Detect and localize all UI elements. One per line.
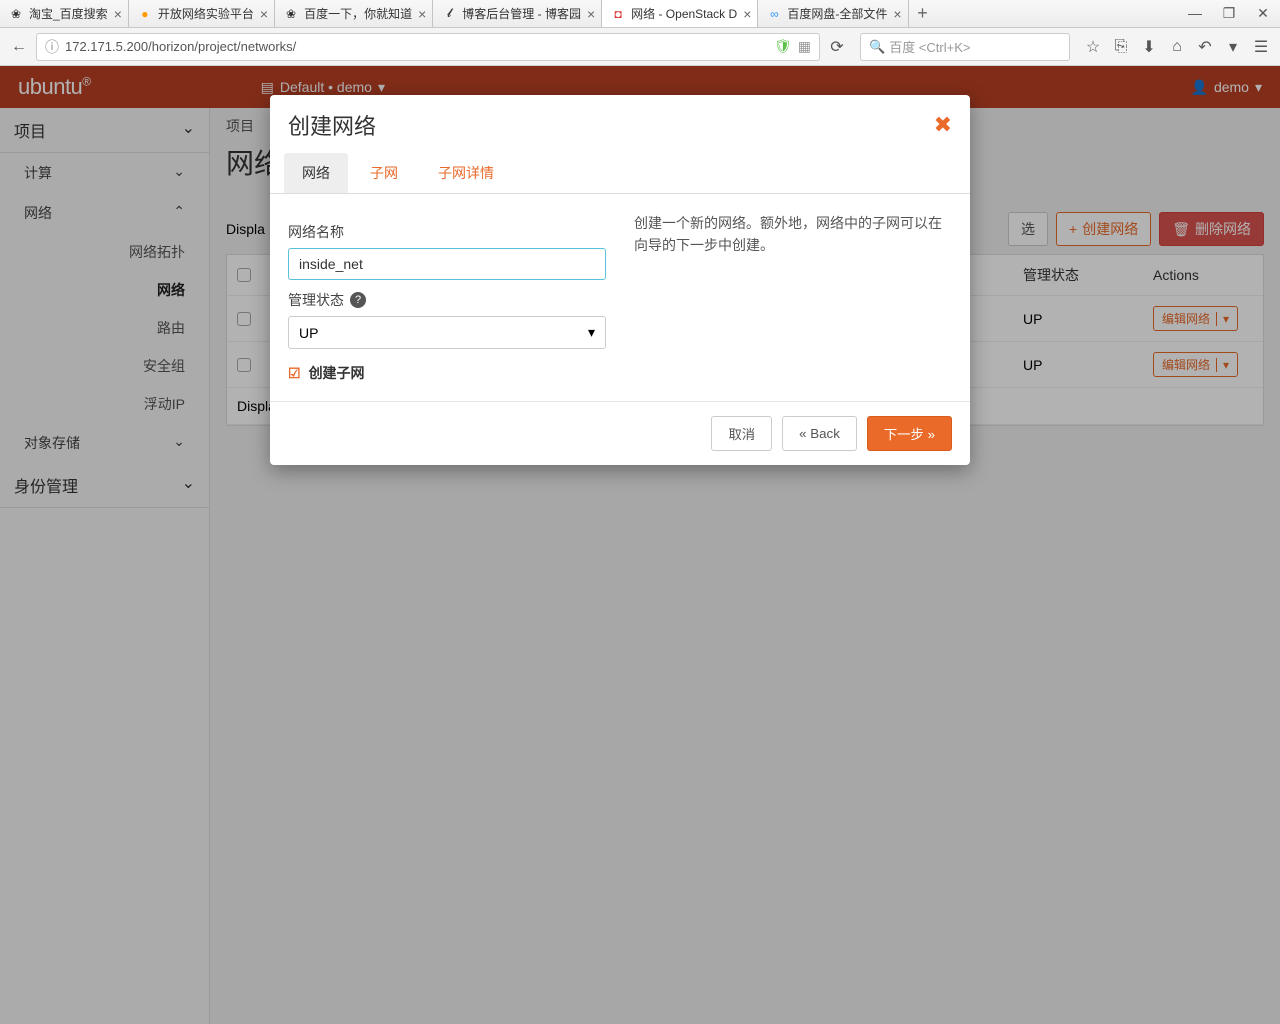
favicon-icon: ❀: [8, 6, 24, 22]
chevron-down-icon: ▾: [588, 324, 595, 341]
dropdown-icon[interactable]: ▾: [1220, 34, 1246, 60]
favicon-icon: 𝓵: [441, 6, 457, 22]
close-icon[interactable]: ×: [893, 6, 901, 22]
back-button[interactable]: « Back: [782, 416, 857, 451]
menu-icon[interactable]: ☰: [1248, 34, 1274, 60]
tab-network[interactable]: 网络: [284, 153, 348, 193]
next-button[interactable]: 下一步 »: [867, 416, 952, 451]
modal-title: 创建网络: [288, 109, 376, 141]
library-icon[interactable]: ⎘: [1108, 34, 1134, 60]
close-icon[interactable]: ×: [114, 6, 122, 22]
cancel-button[interactable]: 取消: [711, 416, 772, 451]
qr-icon[interactable]: ▦: [798, 38, 811, 55]
create-subnet-checkbox[interactable]: ☑创建子网: [288, 363, 606, 383]
network-name-input[interactable]: [288, 248, 606, 280]
help-icon[interactable]: ?: [350, 292, 366, 308]
search-placeholder: 百度 <Ctrl+K>: [889, 37, 970, 56]
modal-tabs: 网络 子网 子网详情: [270, 147, 970, 194]
shield-icon[interactable]: 🛡: [774, 38, 792, 55]
search-icon: 🔍: [869, 39, 885, 55]
close-icon[interactable]: ×: [418, 6, 426, 22]
reload-button[interactable]: ⟳: [824, 34, 850, 60]
tab-3[interactable]: 𝓵 博客后台管理 - 博客园 ×: [433, 0, 602, 27]
network-name-label: 网络名称: [288, 222, 606, 242]
info-icon: ⓘ: [45, 37, 59, 57]
url-bar: ← ⓘ 172.171.5.200/horizon/project/networ…: [0, 28, 1280, 66]
tab-label: 百度一下，你就知道: [304, 5, 412, 22]
tab-1[interactable]: ● 开放网络实验平台 ×: [129, 0, 275, 27]
tab-4[interactable]: ◘ 网络 - OpenStack D ×: [602, 0, 758, 27]
restore-icon[interactable]: ❐: [1212, 5, 1246, 22]
admin-state-label: 管理状态?: [288, 290, 606, 310]
admin-state-select[interactable]: UP▾: [288, 316, 606, 349]
favicon-icon: ●: [137, 6, 153, 22]
history-icon[interactable]: ↶: [1192, 34, 1218, 60]
tab-label: 博客后台管理 - 博客园: [462, 5, 581, 22]
close-icon[interactable]: ✖: [934, 112, 952, 138]
close-icon[interactable]: ×: [743, 6, 751, 22]
tab-label: 百度网盘-全部文件: [787, 5, 887, 22]
home-icon[interactable]: ⌂: [1164, 34, 1190, 60]
create-network-modal: 创建网络 ✖ 网络 子网 子网详情 网络名称 管理状态? UP▾ ☑创建子网 创…: [270, 95, 970, 465]
search-box[interactable]: 🔍百度 <Ctrl+K>: [860, 33, 1070, 61]
download-icon[interactable]: ⬇: [1136, 34, 1162, 60]
tab-label: 开放网络实验平台: [158, 5, 254, 22]
tab-label: 淘宝_百度搜索: [29, 5, 108, 22]
modal-description: 创建一个新的网络。额外地，网络中的子网可以在向导的下一步中创建。: [634, 212, 952, 383]
tab-5[interactable]: ∞ 百度网盘-全部文件 ×: [758, 0, 908, 27]
star-icon[interactable]: ☆: [1080, 34, 1106, 60]
close-icon[interactable]: ×: [260, 6, 268, 22]
tab-0[interactable]: ❀ 淘宝_百度搜索 ×: [0, 0, 129, 27]
browser-tab-bar: ❀ 淘宝_百度搜索 × ● 开放网络实验平台 × ❀ 百度一下，你就知道 × 𝓵 博客后台管理…: [0, 0, 1280, 28]
favicon-icon: ◘: [610, 6, 626, 22]
tab-label: 网络 - OpenStack D: [631, 5, 737, 22]
min-icon[interactable]: —: [1178, 5, 1212, 22]
favicon-icon: ∞: [766, 6, 782, 22]
checkbox-checked-icon: ☑: [288, 365, 301, 382]
close-icon[interactable]: ×: [587, 6, 595, 22]
favicon-icon: ❀: [283, 6, 299, 22]
tab-subnet[interactable]: 子网: [352, 153, 416, 193]
back-button[interactable]: ←: [6, 34, 32, 60]
new-tab-button[interactable]: +: [909, 3, 937, 24]
url-text: 172.171.5.200/horizon/project/networks/: [65, 39, 768, 54]
close-window-icon[interactable]: ✕: [1246, 5, 1280, 22]
tab-subnet-detail[interactable]: 子网详情: [420, 153, 512, 193]
tab-2[interactable]: ❀ 百度一下，你就知道 ×: [275, 0, 433, 27]
url-input[interactable]: ⓘ 172.171.5.200/horizon/project/networks…: [36, 33, 820, 61]
